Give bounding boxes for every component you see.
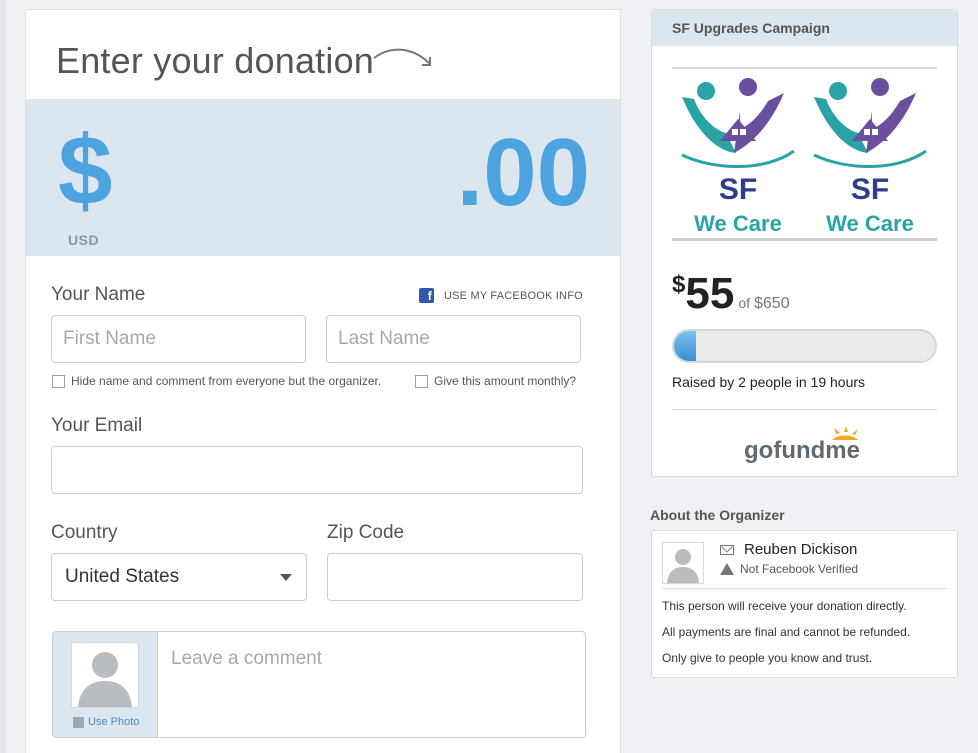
use-facebook-info-link[interactable]: f USE MY FACEBOOK INFO — [419, 288, 583, 303]
logo-line1: SF — [719, 173, 757, 206]
dropdown-caret-icon — [280, 574, 292, 581]
monthly-option[interactable]: Give this amount monthly? — [415, 374, 576, 388]
hide-name-option[interactable]: Hide name and comment from everyone but … — [52, 374, 381, 388]
comment-photo-column: Use Photo — [53, 632, 158, 737]
your-email-label: Your Email — [51, 415, 143, 436]
donation-amount-band[interactable]: $ USD .00 — [26, 99, 620, 256]
monthly-label: Give this amount monthly? — [434, 374, 577, 388]
country-selected-value: United States — [65, 566, 180, 587]
donation-heading: Enter your donation — [56, 40, 375, 81]
last-name-placeholder: Last Name — [338, 328, 430, 349]
comment-box[interactable]: Use Photo Leave a comment — [52, 631, 586, 738]
your-name-label: Your Name — [51, 284, 146, 305]
donation-form-card: Enter your donation $ USD .00 Your Name … — [25, 9, 621, 753]
campaign-card: SF Upgrades Campaign SF We Care SF We Ca… — [651, 9, 958, 477]
verification-status: Not Facebook Verified — [720, 562, 858, 576]
amount-raised: $ 55 of $650 — [672, 269, 790, 318]
organizer-name: Reuben Dickison — [744, 541, 858, 558]
brand-wordmark: gofundme — [744, 437, 860, 464]
facebook-link-label: USE MY FACEBOOK INFO — [444, 289, 583, 302]
country-select[interactable]: United States — [51, 553, 307, 601]
progress-bar-fill — [674, 331, 697, 361]
currency-code: USD — [68, 232, 100, 248]
gofundme-logo[interactable]: gofundme — [742, 424, 872, 468]
organizer-contact[interactable]: Reuben Dickison — [720, 541, 857, 558]
campaign-goal: $650 — [754, 295, 790, 312]
verification-text: Not Facebook Verified — [740, 562, 859, 576]
organizer-note: All payments are final and cannot be ref… — [662, 625, 911, 639]
organizer-divider — [662, 588, 947, 589]
warning-icon — [720, 563, 734, 575]
campaign-divider — [672, 409, 937, 410]
page-edge-strip — [0, 0, 6, 753]
use-photo-link[interactable]: Use Photo — [73, 716, 139, 728]
person-silhouette-icon — [667, 549, 699, 583]
first-name-placeholder: First Name — [63, 328, 156, 349]
currency-symbol: $ — [58, 115, 113, 225]
progress-bar — [672, 329, 937, 363]
avatar-placeholder — [71, 642, 139, 708]
country-label: Country — [51, 522, 118, 543]
comment-placeholder: Leave a comment — [171, 648, 323, 669]
raised-amount: 55 — [685, 269, 735, 318]
logo-line1: SF — [851, 173, 889, 206]
sf-we-care-logo: SF We Care — [813, 78, 928, 236]
organizer-avatar — [662, 542, 704, 584]
monthly-checkbox[interactable] — [415, 374, 428, 388]
facebook-small-icon — [73, 716, 84, 728]
mail-icon[interactable] — [720, 544, 734, 555]
organizer-note: Only give to people you know and trust. — [662, 651, 873, 665]
raised-by-text: Raised by 2 people in 19 hours — [672, 374, 866, 390]
zip-code-label: Zip Code — [327, 522, 405, 543]
first-name-input[interactable]: First Name — [51, 315, 306, 363]
raised-currency-symbol: $ — [672, 271, 686, 298]
person-silhouette-icon — [78, 652, 132, 707]
hide-name-checkbox[interactable] — [52, 374, 65, 388]
organizer-card: Reuben Dickison Not Facebook Verified Th… — [651, 530, 958, 678]
zip-code-input[interactable] — [327, 553, 583, 601]
logo-line2: We Care — [694, 211, 782, 236]
campaign-title[interactable]: SF Upgrades Campaign — [652, 10, 957, 46]
last-name-input[interactable]: Last Name — [326, 315, 581, 363]
curved-arrow-icon — [373, 48, 431, 66]
facebook-icon: f — [419, 288, 434, 303]
use-photo-label: Use Photo — [88, 716, 140, 728]
sf-we-care-logo: SF We Care — [681, 78, 795, 236]
campaign-image[interactable]: SF We Care SF We Care — [672, 67, 937, 241]
raised-of-text: of — [738, 295, 750, 311]
amount-cents: .00 — [456, 119, 590, 226]
logo-line2: We Care — [826, 211, 914, 236]
organizer-note: This person will receive your donation d… — [662, 599, 907, 613]
about-organizer-heading: About the Organizer — [650, 507, 785, 523]
email-input[interactable] — [51, 446, 583, 494]
hide-name-label: Hide name and comment from everyone but … — [71, 374, 382, 388]
